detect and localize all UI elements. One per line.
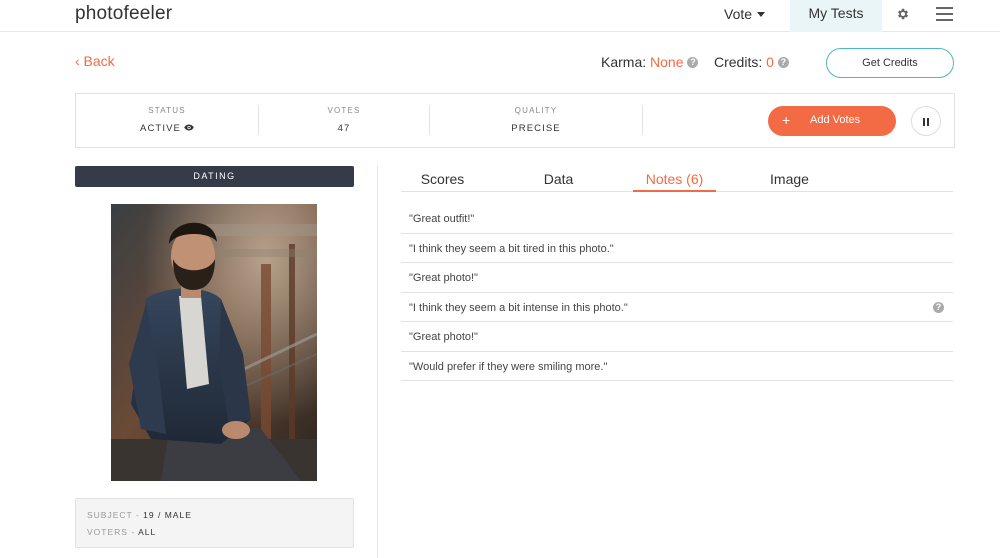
pause-icon xyxy=(923,118,925,126)
tab-image[interactable]: Image xyxy=(748,171,831,187)
voters-key: VOTERS xyxy=(87,527,128,537)
note-item: "Would prefer if they were smiling more.… xyxy=(401,352,953,381)
karma-label: Karma: xyxy=(601,54,647,70)
note-item: "I think they seem a bit intense in this… xyxy=(401,293,953,322)
quality-value: PRECISE xyxy=(511,123,561,134)
portrait-image xyxy=(111,204,317,481)
pause-button[interactable] xyxy=(911,106,941,136)
note-help-icon[interactable]: ? xyxy=(933,301,944,313)
column-divider xyxy=(377,166,378,558)
credits-display: Credits: 0? xyxy=(714,54,789,70)
hamburger-menu-icon[interactable] xyxy=(936,7,953,21)
note-item: "Great photo!" xyxy=(401,263,953,293)
note-item: "I think they seem a bit tired in this p… xyxy=(401,234,953,263)
quality-label: QUALITY xyxy=(514,106,558,115)
test-stats-panel: STATUS ACTIVE VOTES 47 QUALITY PRECISE +… xyxy=(75,93,955,148)
vote-menu-label: Vote xyxy=(724,6,753,22)
karma-value: None xyxy=(650,54,684,70)
status-value-text: ACTIVE xyxy=(140,123,181,134)
plus-icon: + xyxy=(782,112,791,128)
voters-value: ALL xyxy=(138,527,157,537)
note-item: "Great outfit!" xyxy=(401,204,953,234)
eye-icon xyxy=(184,124,194,131)
stat-divider xyxy=(642,105,643,135)
subject-key: SUBJECT xyxy=(87,510,133,520)
results-tabs: Scores Data Notes (6) Image xyxy=(401,166,953,192)
test-photo xyxy=(111,204,317,481)
add-votes-label: Add Votes xyxy=(810,114,861,126)
subject-line: SUBJECT - 19 / MALE xyxy=(87,510,192,520)
test-category-bar: DATING xyxy=(75,166,354,187)
note-text: "I think they seem a bit tired in this p… xyxy=(409,242,614,255)
tab-scores[interactable]: Scores xyxy=(401,171,484,187)
vote-menu[interactable]: Vote xyxy=(724,6,766,22)
add-votes-button[interactable]: + Add Votes xyxy=(768,106,896,136)
credits-help-icon[interactable]: ? xyxy=(777,56,789,68)
back-link[interactable]: ‹ Back xyxy=(75,53,115,69)
tab-data[interactable]: Data xyxy=(517,171,600,187)
status-label: STATUS xyxy=(148,106,186,115)
note-text: "Great outfit!" xyxy=(409,213,475,225)
separator: - xyxy=(135,510,140,520)
caret-down-icon xyxy=(757,11,766,17)
credits-label: Credits: xyxy=(714,54,763,70)
karma-help-icon[interactable]: ? xyxy=(687,56,699,68)
note-item: "Great photo!" xyxy=(401,322,953,352)
top-navbar: photofeeler Vote My Tests xyxy=(0,0,1000,32)
notes-list: "Great outfit!" "I think they seem a bit… xyxy=(401,204,953,381)
status-value: ACTIVE xyxy=(76,123,258,134)
voters-line: VOTERS - ALL xyxy=(87,527,156,537)
subject-info-box: SUBJECT - 19 / MALE VOTERS - ALL xyxy=(75,498,354,548)
app-logo[interactable]: photofeeler xyxy=(75,3,172,25)
note-text: "Would prefer if they were smiling more.… xyxy=(409,360,608,373)
note-text: "Great photo!" xyxy=(409,331,478,343)
votes-value: 47 xyxy=(337,123,351,134)
get-credits-button[interactable]: Get Credits xyxy=(826,48,954,78)
note-text: "Great photo!" xyxy=(409,272,478,284)
my-tests-tab[interactable]: My Tests xyxy=(790,0,882,32)
gear-icon[interactable] xyxy=(896,7,910,21)
credits-value: 0 xyxy=(766,54,774,70)
active-tab-indicator xyxy=(633,190,716,192)
subject-value: 19 / MALE xyxy=(143,510,192,520)
karma-display: Karma: None? xyxy=(601,54,699,70)
quality-stat: QUALITY PRECISE xyxy=(430,94,642,147)
votes-stat: VOTES 47 xyxy=(259,94,429,147)
status-stat: STATUS ACTIVE xyxy=(76,94,258,147)
votes-label: VOTES xyxy=(327,106,361,115)
note-text: "I think they seem a bit intense in this… xyxy=(409,301,628,314)
separator: - xyxy=(131,527,136,537)
tab-notes[interactable]: Notes (6) xyxy=(633,171,716,187)
